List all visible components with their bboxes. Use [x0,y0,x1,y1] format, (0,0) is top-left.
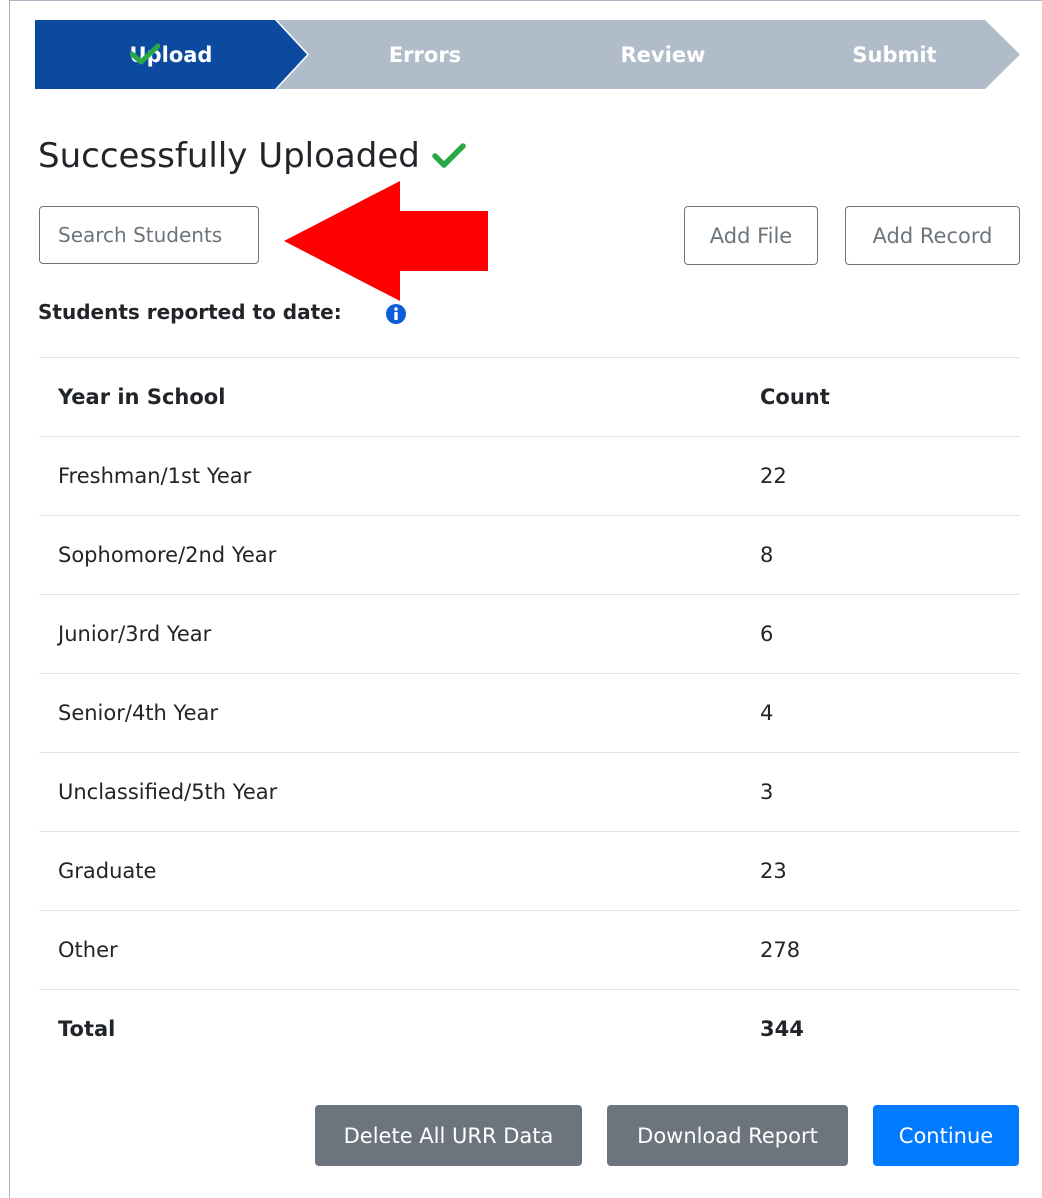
total-label: Total [39,989,741,1068]
table-row: Graduate 23 [39,831,1020,911]
page-title: Successfully Uploaded [38,136,466,176]
row-count: 23 [741,831,1020,911]
frame-border-left [9,0,10,1198]
students-reported-label: Students reported to date: [38,300,342,324]
step-submit-label: Submit [852,42,937,67]
check-icon [432,143,466,168]
info-icon[interactable] [385,303,407,325]
students-table: Year in School Count Freshman/1st Year 2… [39,357,1020,1068]
row-count: 3 [741,752,1020,832]
add-file-button[interactable]: Add File [684,206,818,265]
row-count: 22 [741,436,1020,516]
table-row: Freshman/1st Year 22 [39,436,1020,516]
step-errors[interactable]: Errors [277,20,549,89]
row-year: Senior/4th Year [39,673,741,753]
delete-all-data-button[interactable]: Delete All URR Data [315,1105,582,1166]
row-year: Sophomore/2nd Year [39,515,741,595]
table-header-row: Year in School Count [39,357,1020,437]
step-review[interactable]: Review [515,20,787,89]
add-record-button[interactable]: Add Record [845,206,1020,265]
row-count: 8 [741,515,1020,595]
page-title-text: Successfully Uploaded [38,136,420,176]
column-header-count: Count [741,357,1020,437]
arrow-left-icon [284,181,488,301]
row-count: 4 [741,673,1020,753]
table-total-row: Total 344 [39,989,1020,1068]
table-row: Senior/4th Year 4 [39,673,1020,753]
row-count: 278 [741,910,1020,990]
table-row: Sophomore/2nd Year 8 [39,515,1020,595]
row-year: Other [39,910,741,990]
download-report-button[interactable]: Download Report [607,1105,848,1166]
table-row: Junior/3rd Year 6 [39,594,1020,674]
step-submit[interactable]: Submit [753,20,1020,89]
step-upload[interactable]: Upload [35,20,307,89]
row-count: 6 [741,594,1020,674]
frame-border-top [9,0,1042,1]
step-review-label: Review [620,42,706,67]
continue-button[interactable]: Continue [873,1105,1019,1166]
table-row: Unclassified/5th Year 3 [39,752,1020,832]
column-header-year: Year in School [39,357,741,437]
total-count: 344 [741,989,1020,1068]
row-year: Graduate [39,831,741,911]
step-errors-label: Errors [388,42,462,67]
table-row: Other 278 [39,910,1020,990]
progress-stepper: Upload Errors Review Submit [35,20,1020,89]
row-year: Junior/3rd Year [39,594,741,674]
search-input[interactable] [39,206,259,264]
row-year: Freshman/1st Year [39,436,741,516]
row-year: Unclassified/5th Year [39,752,741,832]
check-icon [129,43,160,64]
